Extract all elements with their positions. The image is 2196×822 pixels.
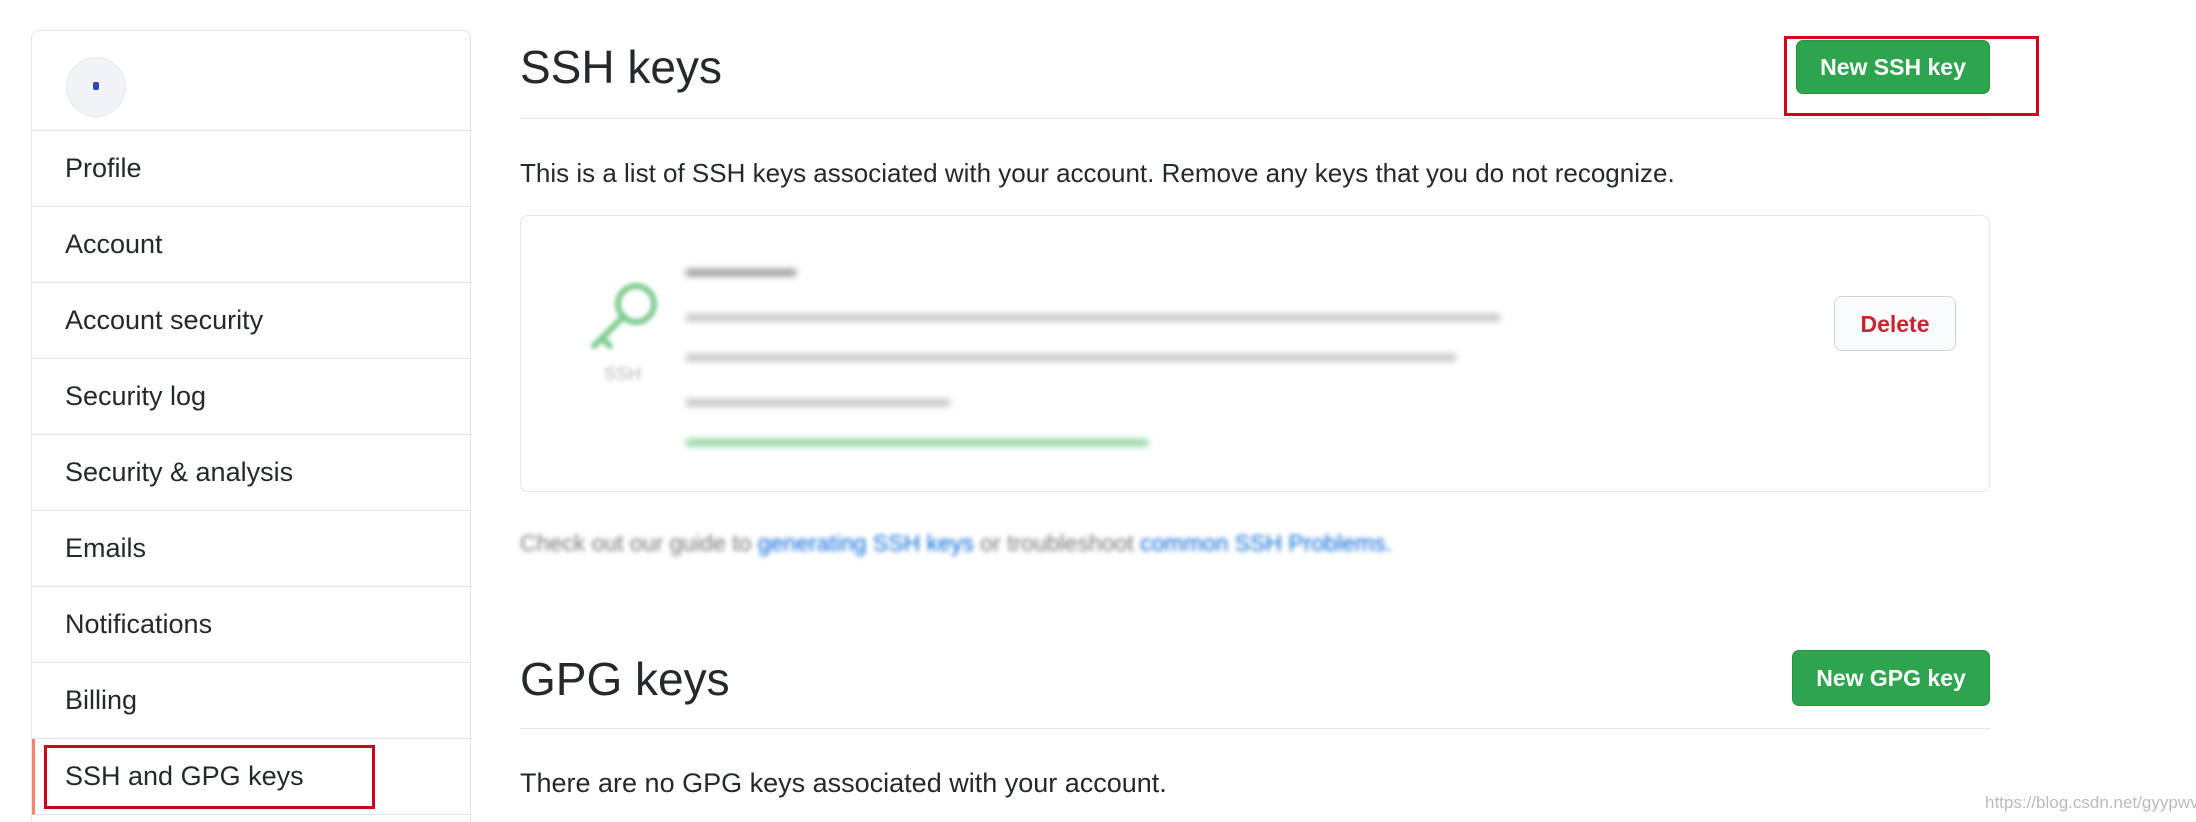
key-fingerprint-line2: ▬▬▬▬▬▬▬▬▬▬▬▬▬▬▬▬▬▬▬▬▬▬▬▬▬▬▬▬▬▬▬▬▬▬▬ <box>686 341 1456 366</box>
key-fingerprint: ▬▬▬▬▬▬▬▬▬▬▬▬▬▬▬▬▬▬▬▬▬▬▬▬▬▬▬▬▬▬▬▬▬▬▬▬▬ <box>686 301 1500 326</box>
sidebar-item-label: Notifications <box>65 609 213 639</box>
watermark: https://blog.csdn.net/gyypwv <box>1985 793 2196 812</box>
ssh-key-item: SSH ▬▬▬▬▬ ▬▬▬▬▬▬▬▬▬▬▬▬▬▬▬▬▬▬▬▬▬▬▬▬▬▬▬▬▬▬… <box>520 215 1990 492</box>
avatar <box>66 57 126 117</box>
sidebar-item-billing[interactable]: Billing <box>32 663 470 739</box>
sidebar-item-emails[interactable]: Emails <box>32 511 470 587</box>
sidebar-item-label: Security log <box>65 381 207 411</box>
user-block[interactable] <box>32 31 470 131</box>
new-ssh-key-button[interactable]: New SSH key <box>1796 40 1990 94</box>
section-divider <box>520 728 1990 729</box>
sidebar-item-security-analysis[interactable]: Security & analysis <box>32 435 470 511</box>
key-type-label: SSH <box>604 364 642 384</box>
sidebar-item-label: Account security <box>65 305 264 335</box>
sidebar-item-account-security[interactable]: Account security <box>32 283 470 359</box>
sidebar-item-security-log[interactable]: Security log <box>32 359 470 435</box>
key-added-date: ▬▬▬▬▬▬▬▬▬▬▬▬ <box>686 386 950 411</box>
sidebar-item-profile[interactable]: Profile <box>32 131 470 207</box>
delete-key-button[interactable]: Delete <box>1834 296 1956 351</box>
sidebar-item-label: Account <box>65 229 163 259</box>
ssh-description: This is a list of SSH keys associated wi… <box>520 158 1675 189</box>
sidebar-item-account[interactable]: Account <box>32 207 470 283</box>
new-gpg-key-button[interactable]: New GPG key <box>1792 650 1990 706</box>
guide-prefix: Check out our guide to <box>520 530 752 556</box>
sidebar-item-label: Profile <box>65 153 142 183</box>
ssh-keys-heading: SSH keys <box>520 41 722 93</box>
key-icon <box>591 283 657 349</box>
key-last-used: ▬▬▬▬▬▬▬▬▬▬▬▬▬▬▬▬▬▬▬▬▬ <box>686 426 1148 451</box>
sidebar-item-notifications[interactable]: Notifications <box>32 587 470 663</box>
highlight-box-sidebar <box>44 745 375 809</box>
ssh-guide-text: Check out our guide to generating SSH ke… <box>520 530 1392 557</box>
section-divider <box>520 118 1990 119</box>
gpg-empty-message: There are no GPG keys associated with yo… <box>520 768 1167 798</box>
common-ssh-problems-link[interactable]: common SSH Problems. <box>1140 530 1392 556</box>
settings-sidebar: Profile Account Account security Securit… <box>31 30 471 822</box>
sidebar-item-label: Emails <box>65 533 147 563</box>
generating-ssh-keys-link[interactable]: generating SSH keys <box>758 530 974 556</box>
gpg-keys-heading: GPG keys <box>520 653 730 705</box>
sidebar-item-label: Security & analysis <box>65 457 294 487</box>
sidebar-item-label: Billing <box>65 685 138 715</box>
key-title: ▬▬▬▬▬ <box>686 256 796 281</box>
guide-middle: or troubleshoot <box>980 530 1134 556</box>
ssh-description-text: This is a list of SSH keys associated wi… <box>520 158 1675 188</box>
